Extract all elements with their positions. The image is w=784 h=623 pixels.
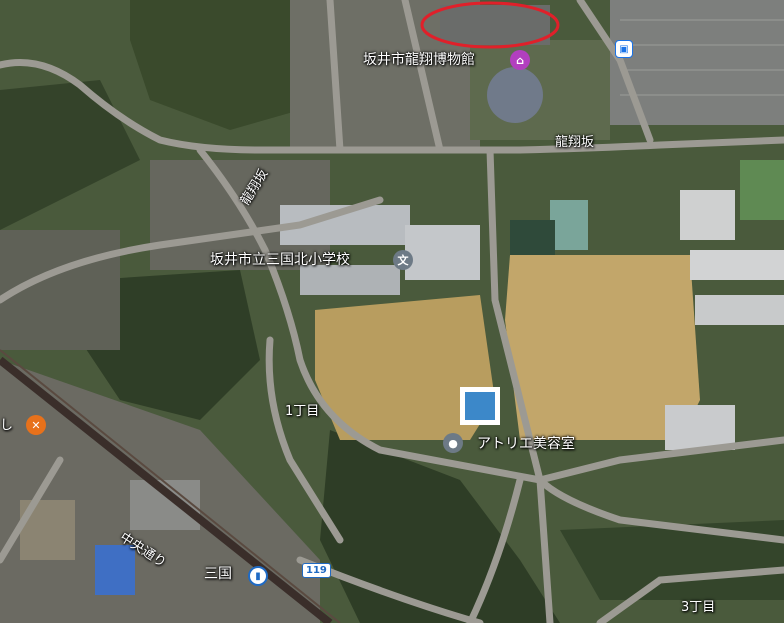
school-label[interactable]: 坂井市立三国北小学校 bbox=[210, 252, 350, 268]
museum-label[interactable]: 坂井市龍翔博物館 bbox=[363, 52, 475, 68]
salon-label[interactable]: アトリエ美容室 bbox=[477, 436, 575, 452]
station-label[interactable]: 三国 bbox=[204, 566, 232, 582]
school-icon[interactable]: 文 bbox=[393, 250, 413, 270]
road-label-ryushozaka: 龍翔坂 bbox=[555, 135, 595, 150]
route-shield: 119 bbox=[302, 563, 331, 578]
place-icon[interactable]: ● bbox=[443, 433, 463, 453]
satellite-map[interactable]: 坂井市龍翔博物館 ⌂ ▣ 龍翔坂 龍翔坂 坂井市立三国北小学校 文 1丁目 ● … bbox=[0, 0, 784, 623]
restaurant-icon[interactable]: ✕ bbox=[26, 415, 46, 435]
district-label-1chome: 1丁目 bbox=[285, 404, 320, 419]
district-label-3chome: 3丁目 bbox=[681, 600, 716, 615]
train-station-icon[interactable]: ▮ bbox=[248, 566, 268, 586]
satellite-imagery bbox=[0, 0, 784, 623]
museum-icon[interactable]: ⌂ bbox=[510, 50, 530, 70]
food-place-label[interactable]: し bbox=[0, 418, 13, 434]
bus-stop-icon[interactable]: ▣ bbox=[615, 40, 633, 58]
